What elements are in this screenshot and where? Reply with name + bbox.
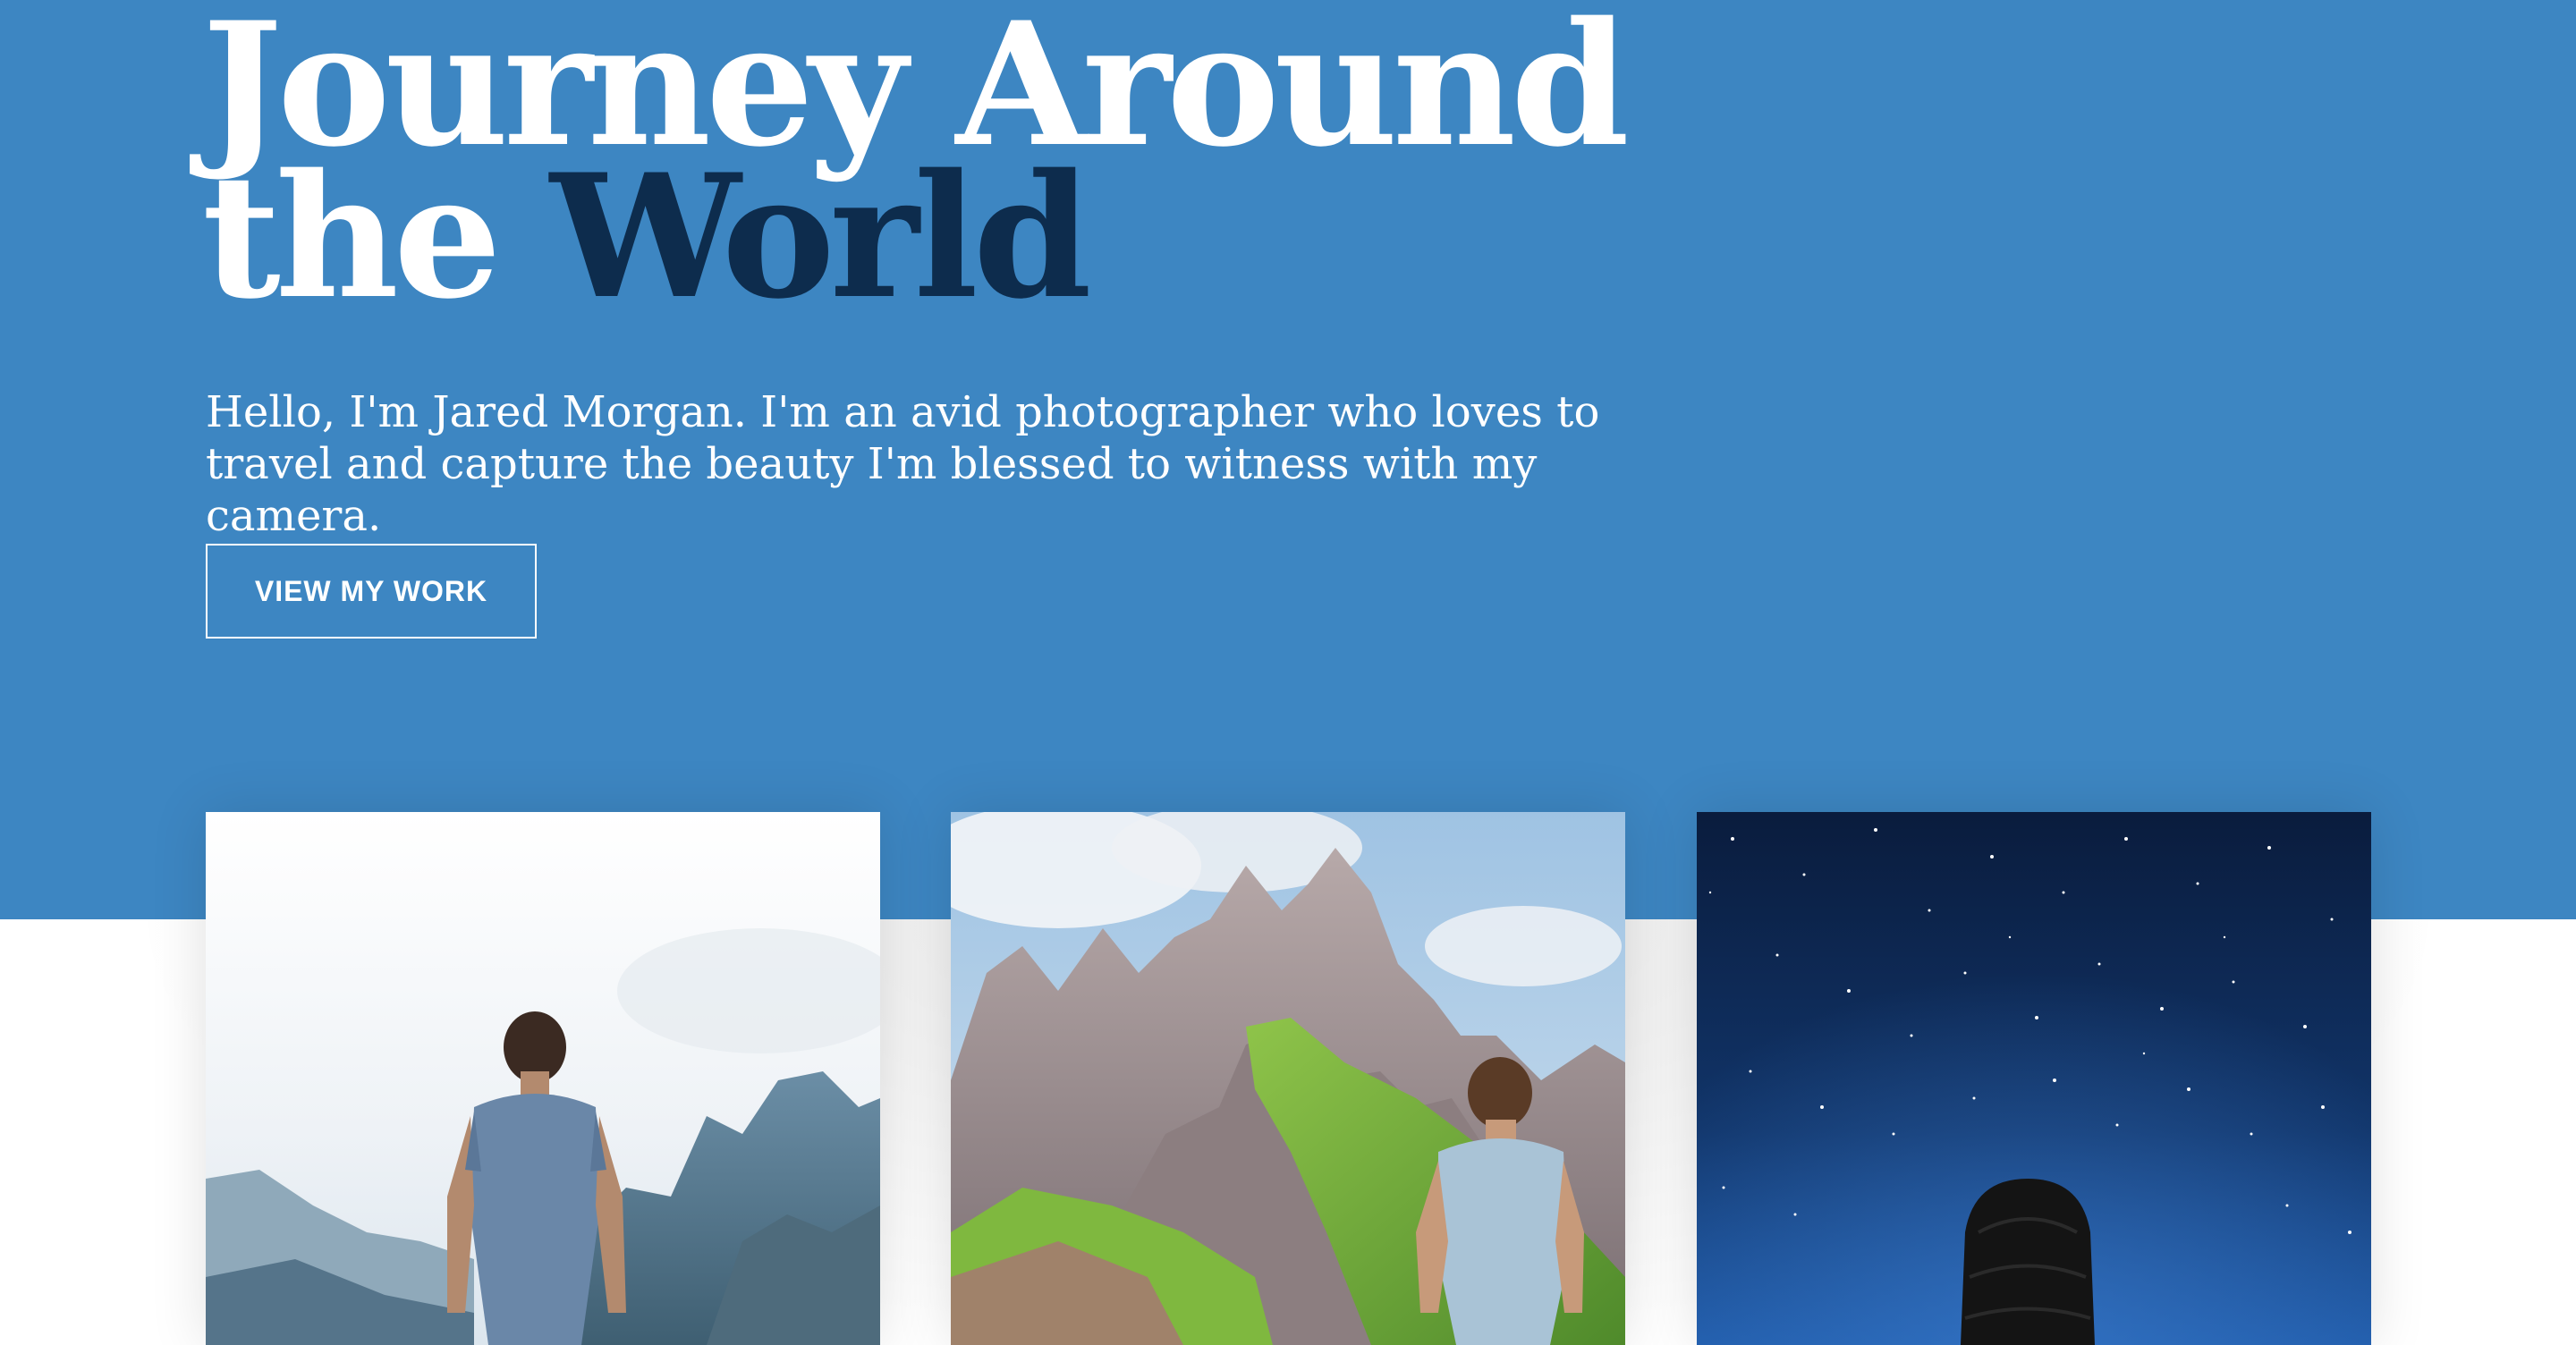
hiker-on-green-ridge-photo [951,812,1625,1345]
person-under-starry-sky-photo [1697,812,2371,1345]
gallery-photo-1[interactable] [206,812,880,1345]
gallery-photo-2[interactable] [951,812,1625,1345]
hero-title: Journey Around the World [202,0,1630,322]
hiker-overlooking-mountains-photo [206,812,880,1345]
page: Journey Around the World Hello, I'm Jare… [0,0,2576,1345]
hero-title-accent: World [549,137,1092,336]
hero-title-line-2-start: the [202,137,502,336]
hero-intro-text: Hello, I'm Jared Morgan. I'm an avid pho… [206,387,1600,541]
view-my-work-button[interactable]: VIEW MY WORK [206,544,537,639]
gallery-photo-3[interactable] [1697,812,2371,1345]
